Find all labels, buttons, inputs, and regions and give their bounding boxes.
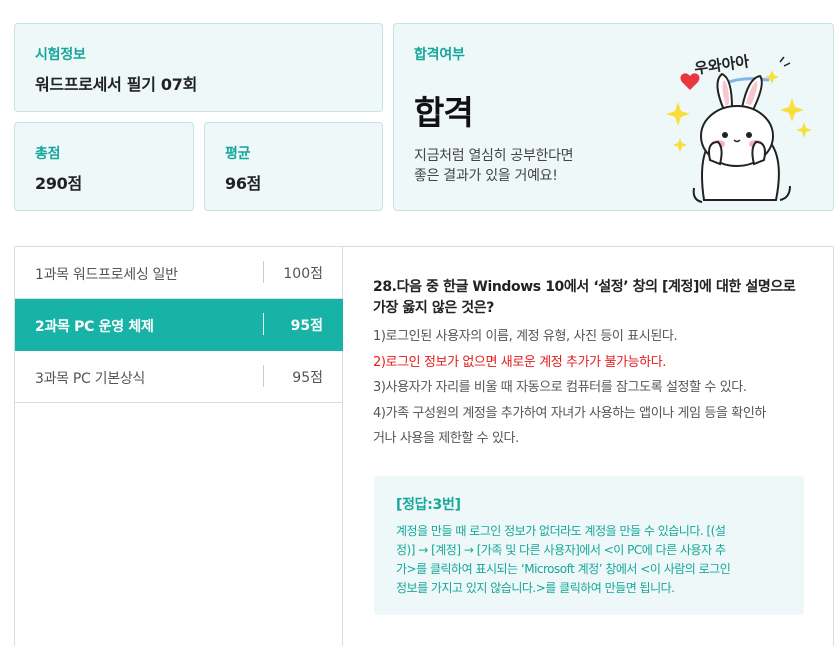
heart-icon xyxy=(680,73,700,90)
answer-explanation: 계정을 만들 때 로그인 정보가 없더라도 계정을 만들 수 있습니다. [(설… xyxy=(396,522,782,598)
question-block: 28.다음 중 한글 Windows 10에서 ‘설정’ 창의 [계정]에 대한… xyxy=(373,277,813,452)
sparkle-icon xyxy=(780,98,804,122)
message-line: 좋은 결과가 있을 거예요! xyxy=(414,168,558,184)
explanation-line: 가>를 클릭하여 표시되는 ‘Microsoft 계정’ 창에서 <이 사람의 … xyxy=(396,562,731,576)
subject-score: 95점 xyxy=(290,318,323,334)
explanation-line: 정)] → [계정] → [가족 및 다른 사용자]에서 <이 PC에 다른 사… xyxy=(396,543,726,557)
message-line: 지금처럼 열심히 공부한다면 xyxy=(414,148,574,164)
pass-result-card: 합격여부 합격 지금처럼 열심히 공부한다면 좋은 결과가 있을 거예요! 우와… xyxy=(393,23,834,211)
exam-info-card: 시험정보 워드프로세서 필기 07회 xyxy=(14,23,383,112)
explanation-line: 정보를 가지고 있지 않습니다.>를 클릭하여 만들면 됩니다. xyxy=(396,581,675,595)
exam-info-label: 시험정보 xyxy=(35,47,86,63)
subject-name: 3과목 PC 기본상식 xyxy=(35,371,146,387)
subject-name: 2과목 PC 운영 체제 xyxy=(35,319,154,335)
question-title-line: 가장 옳지 않은 것은? xyxy=(373,300,494,316)
option-4: 4)가족 구성원의 계정을 추가하여 자녀가 사용하는 앱이나 게임 등을 확인… xyxy=(373,405,766,421)
total-score-value: 290점 xyxy=(35,174,82,193)
question-title-line: 28.다음 중 한글 Windows 10에서 ‘설정’ 창의 [계정]에 대한… xyxy=(373,279,796,295)
option-1: 1)로그인된 사용자의 이름, 계정 유형, 사진 등이 표시된다. xyxy=(373,329,678,344)
subject-list: 1과목 워드프로세싱 일반 100점 2과목 PC 운영 체제 95점 3과목 … xyxy=(15,247,343,646)
subject-item-1[interactable]: 1과목 워드프로세싱 일반 100점 xyxy=(15,247,343,299)
answer-explanation-box: [정답:3번] 계정을 만들 때 로그인 정보가 없더라도 계정을 만들 수 있… xyxy=(374,476,804,615)
explanation-line: 계정을 만들 때 로그인 정보가 없더라도 계정을 만들 수 있습니다. [(설 xyxy=(396,524,726,538)
sparkle-icon xyxy=(666,102,690,126)
pass-result-label: 합격여부 xyxy=(414,47,465,63)
option-2-selected-wrong: 2)로그인 정보가 없으면 새로운 계정 추가가 불가능하다. xyxy=(373,354,666,370)
divider xyxy=(263,261,264,283)
question-title: 28.다음 중 한글 Windows 10에서 ‘설정’ 창의 [계정]에 대한… xyxy=(373,277,813,319)
subject-score: 95점 xyxy=(292,370,323,386)
total-score-card: 총점 290점 xyxy=(14,122,194,211)
pass-result-message: 지금처럼 열심히 공부한다면 좋은 결과가 있을 거예요! xyxy=(414,146,574,186)
total-score-label: 총점 xyxy=(35,146,61,162)
divider xyxy=(263,365,264,387)
bunny-mascot-illustration: 우와아아 xyxy=(666,52,812,203)
subject-item-3[interactable]: 3과목 PC 기본상식 95점 xyxy=(15,351,343,403)
average-score-value: 96점 xyxy=(225,174,262,193)
pass-result-value: 합격 xyxy=(414,93,474,132)
question-review-panel: 1과목 워드프로세싱 일반 100점 2과목 PC 운영 체제 95점 3과목 … xyxy=(14,246,834,646)
option-3: 3)사용자가 자리를 비울 때 자동으로 컴퓨터를 잠그도록 설정할 수 있다. xyxy=(373,380,747,395)
subject-name: 1과목 워드프로세싱 일반 xyxy=(35,267,178,283)
option-4-continued: 거나 사용을 제한할 수 있다. xyxy=(373,431,519,446)
subject-score: 100점 xyxy=(283,266,323,282)
average-score-card: 평균 96점 xyxy=(204,122,383,211)
divider xyxy=(263,313,264,335)
exam-info-value: 워드프로세서 필기 07회 xyxy=(35,75,197,94)
answer-title: [정답:3번] xyxy=(396,497,461,513)
average-score-label: 평균 xyxy=(225,146,251,162)
subject-item-2[interactable]: 2과목 PC 운영 체제 95점 xyxy=(15,299,343,351)
question-options: 1)로그인된 사용자의 이름, 계정 유형, 사진 등이 표시된다. 2)로그인… xyxy=(373,324,813,452)
